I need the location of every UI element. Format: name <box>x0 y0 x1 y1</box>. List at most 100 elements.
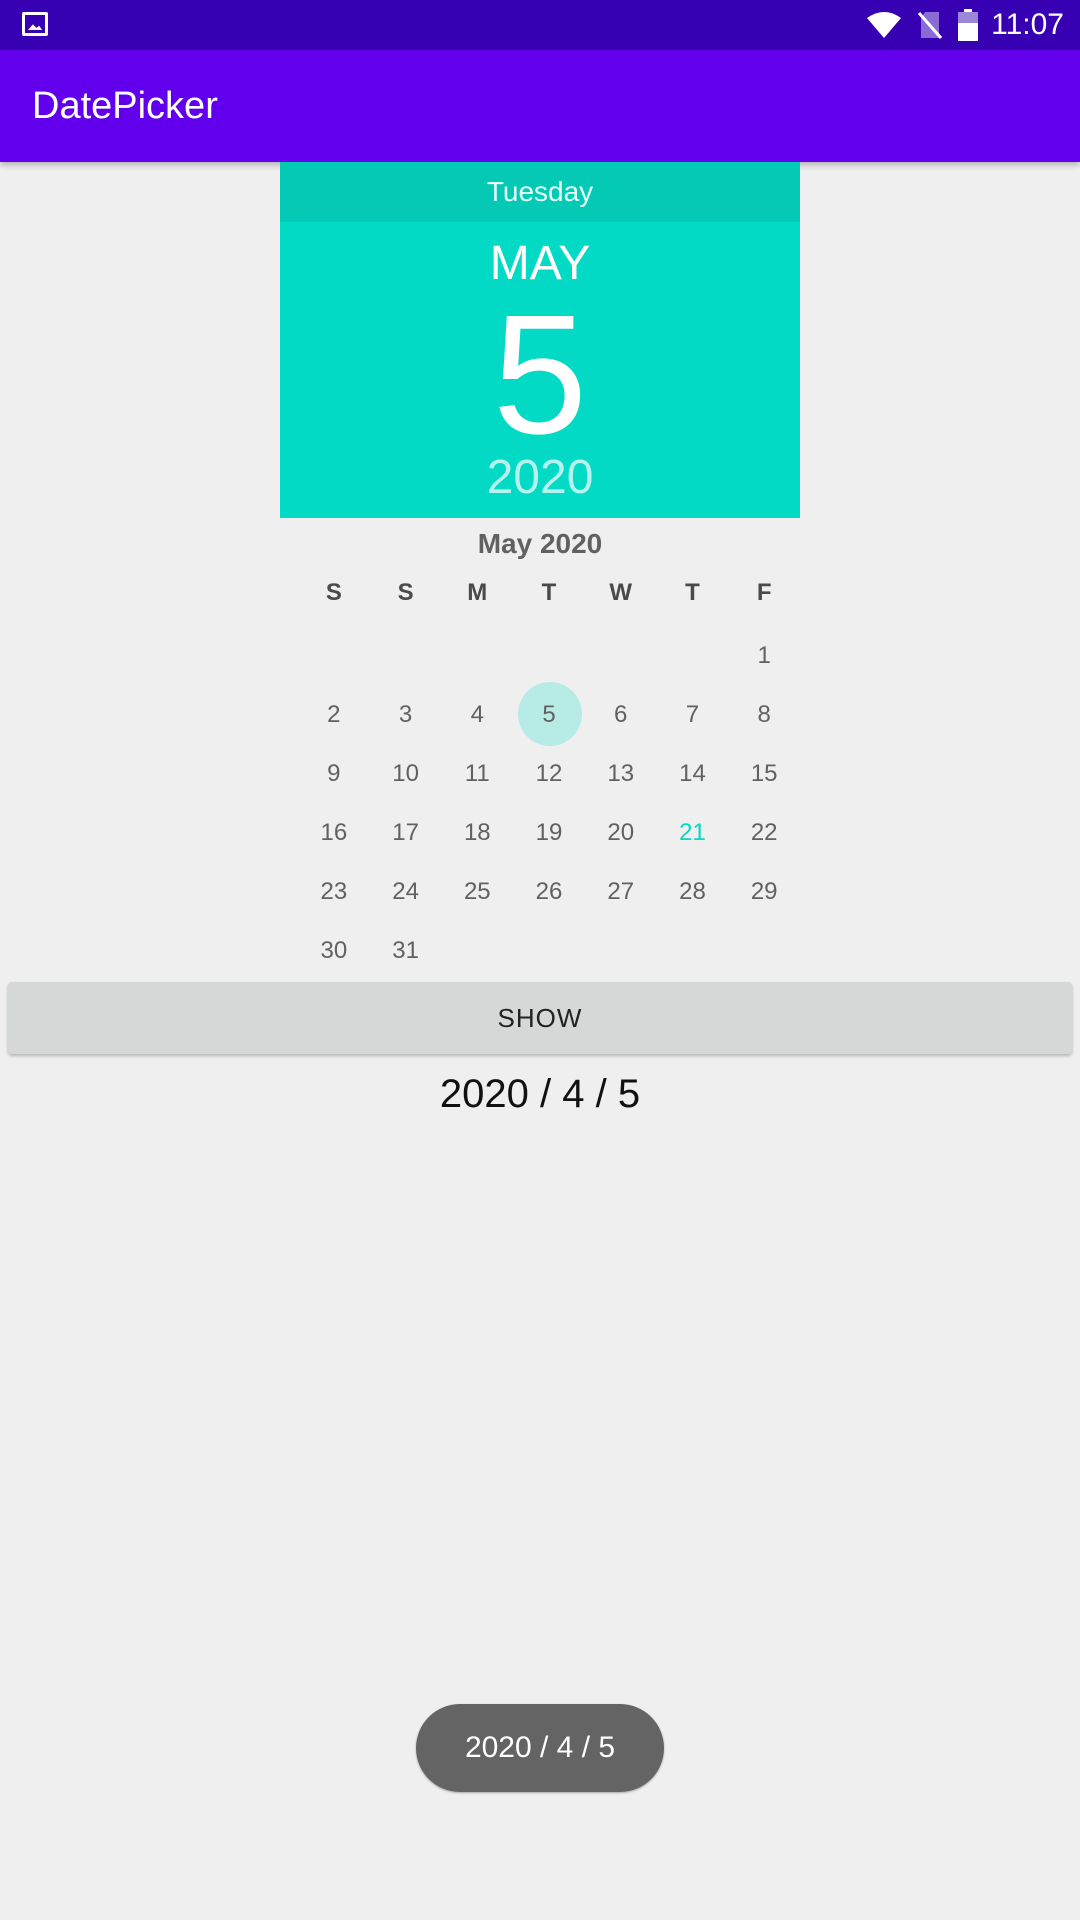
calendar-day-label: 26 <box>535 877 563 905</box>
status-bar: 11:07 <box>0 0 1080 50</box>
calendar-day-27[interactable]: 27 <box>585 862 657 921</box>
calendar-day-4[interactable]: 4 <box>441 685 513 744</box>
calendar-empty-cell <box>657 626 729 685</box>
calendar-day-13[interactable]: 13 <box>585 744 657 803</box>
calendar-day-9[interactable]: 9 <box>298 744 370 803</box>
calendar-day-5[interactable]: 5 <box>513 682 585 746</box>
calendar-day-24[interactable]: 24 <box>370 862 442 921</box>
calendar-week-row: 23 24 25 26 27 28 29 <box>280 862 800 921</box>
calendar-empty-cell <box>513 921 585 980</box>
calendar-week-row: 1 <box>280 626 800 685</box>
image-icon <box>22 12 48 36</box>
calendar-day-11[interactable]: 11 <box>441 744 513 803</box>
calendar-day-label: 5 <box>542 700 556 728</box>
calendar-day-label: 13 <box>607 759 635 787</box>
calendar-day-label: 1 <box>757 641 771 669</box>
calendar-day-label: 11 <box>464 759 490 787</box>
calendar-day-label: 2 <box>327 700 341 728</box>
calendar-day-31[interactable]: 31 <box>370 921 442 980</box>
calendar-day-29[interactable]: 29 <box>728 862 800 921</box>
calendar-day-label: 17 <box>392 818 419 846</box>
weekday-label: W <box>609 579 633 606</box>
weekday-label: S <box>325 579 342 606</box>
calendar-day-12[interactable]: 12 <box>513 744 585 803</box>
calendar-day-label: 21 <box>679 818 706 846</box>
selected-date-text: 2020 / 4 / 5 <box>439 1072 641 1116</box>
calendar-week-row: 16 17 18 19 20 21 22 <box>280 803 800 862</box>
weekday-header-row: S S M T W T F <box>280 560 800 626</box>
calendar-day-10[interactable]: 10 <box>370 744 442 803</box>
calendar-day-label: 19 <box>535 818 563 846</box>
calendar-day-16[interactable]: 16 <box>298 803 370 862</box>
calendar-empty-cell <box>370 626 442 685</box>
calendar-day-label: 16 <box>320 818 348 846</box>
calendar-day-15[interactable]: 15 <box>728 744 800 803</box>
show-button[interactable]: SHOW <box>8 982 1072 1054</box>
calendar-empty-cell <box>585 626 657 685</box>
calendar-day-label: 7 <box>685 700 700 728</box>
calendar-day-label: 30 <box>320 936 348 964</box>
calendar-day-8[interactable]: 8 <box>728 685 800 744</box>
calendar-empty-cell <box>728 921 800 980</box>
date-picker: Tuesday MAY 5 2020 <box>280 162 800 518</box>
calendar-day-26[interactable]: 26 <box>513 862 585 921</box>
calendar-grid: S S M T W T F 1 2 3 4 5 6 7 8 9 10 11 12 13 14 15 16 17 1… <box>280 560 800 980</box>
weekday-label: S <box>397 579 414 606</box>
calendar-day-label: 29 <box>750 877 778 905</box>
calendar-day-label: 31 <box>392 936 419 964</box>
calendar-day-label: 23 <box>320 877 348 905</box>
calendar-empty-cell <box>585 921 657 980</box>
status-time: 11:07 <box>991 8 1064 41</box>
calendar-week-row: 30 31 <box>280 921 800 980</box>
app-title: DatePicker <box>32 85 218 127</box>
header-day[interactable]: 5 <box>280 290 800 460</box>
battery-icon <box>958 9 978 41</box>
weekday-label: F <box>756 579 772 606</box>
calendar-weeks: 1 2 3 4 5 6 7 8 9 10 11 12 13 14 15 16 17 18 19 20 21 22 23 24 2… <box>280 626 800 980</box>
calendar-day-23[interactable]: 23 <box>298 862 370 921</box>
calendar-day-19[interactable]: 19 <box>513 803 585 862</box>
weekday-label: T <box>541 579 557 606</box>
calendar-day-label: 27 <box>607 877 635 905</box>
calendar-day-label: 28 <box>679 877 706 905</box>
calendar-day-label: 12 <box>535 759 563 787</box>
calendar-day-label: 22 <box>750 818 778 846</box>
no-sim-icon <box>917 12 943 39</box>
calendar-day-20[interactable]: 20 <box>585 803 657 862</box>
calendar-day-2[interactable]: 2 <box>298 685 370 744</box>
calendar-day-18[interactable]: 18 <box>441 803 513 862</box>
calendar-day-1[interactable]: 1 <box>728 626 800 685</box>
calendar-day-label: 24 <box>392 877 419 905</box>
calendar-day-17[interactable]: 17 <box>370 803 442 862</box>
calendar-week-row: 9 10 11 12 13 14 15 <box>280 744 800 803</box>
calendar-day-label: 4 <box>470 700 484 728</box>
calendar-day-28[interactable]: 28 <box>657 862 729 921</box>
calendar-day-label: 6 <box>614 700 628 728</box>
calendar-day-label: 15 <box>750 759 778 787</box>
wifi-icon <box>867 12 901 38</box>
calendar-empty-cell <box>298 626 370 685</box>
calendar-month-title: May 2020 <box>477 528 603 559</box>
toast-message: 2020 / 4 / 5 <box>416 1704 664 1792</box>
calendar-week-row: 2 3 4 5 6 7 8 <box>280 682 800 746</box>
date-picker-header: MAY 5 2020 <box>280 222 800 518</box>
calendar-day-label: 9 <box>327 759 341 787</box>
calendar-day-label: 3 <box>398 700 413 728</box>
calendar-day-14[interactable]: 14 <box>657 744 729 803</box>
calendar-day-label: 20 <box>607 818 635 846</box>
header-year[interactable]: 2020 <box>280 450 800 506</box>
calendar-day-3[interactable]: 3 <box>370 685 442 744</box>
calendar-day-25[interactable]: 25 <box>441 862 513 921</box>
calendar-day-6[interactable]: 6 <box>585 685 657 744</box>
calendar-day-21[interactable]: 21 <box>657 803 729 862</box>
calendar-day-30[interactable]: 30 <box>298 921 370 980</box>
app-bar: DatePicker <box>0 50 1080 162</box>
calendar-day-22[interactable]: 22 <box>728 803 800 862</box>
calendar-day-label: 25 <box>463 877 491 905</box>
calendar-empty-cell <box>513 626 585 685</box>
calendar-empty-cell <box>657 921 729 980</box>
calendar-day-label: 14 <box>679 759 706 787</box>
calendar-day-label: 8 <box>757 700 771 728</box>
calendar-empty-cell <box>441 921 513 980</box>
calendar-day-7[interactable]: 7 <box>657 685 729 744</box>
